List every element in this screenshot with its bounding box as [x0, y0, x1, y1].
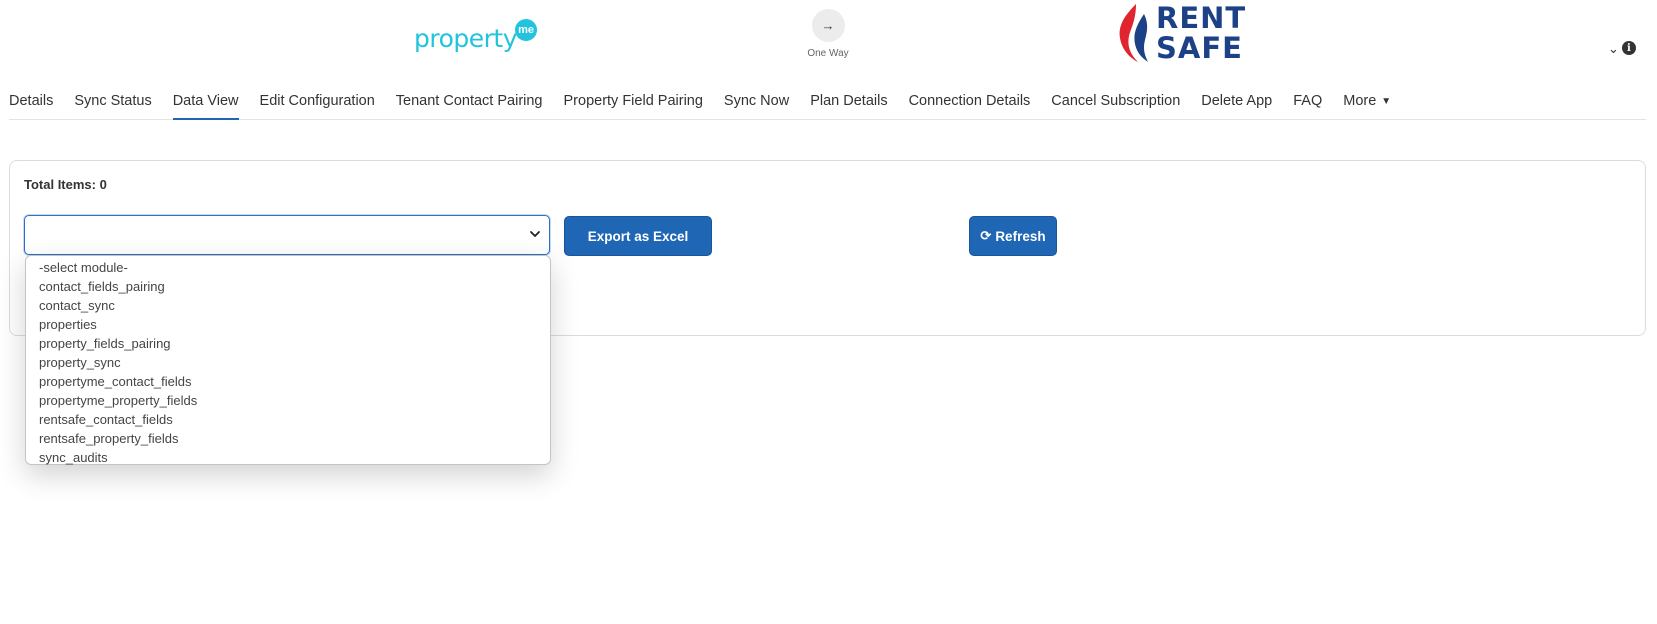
tab-connection-details[interactable]: Connection Details [909, 89, 1031, 120]
rentsafe-logo-text: RENT SAFE [1156, 3, 1246, 63]
refresh-button-label: Refresh [995, 228, 1046, 244]
dropdown-option[interactable]: property_sync [26, 353, 550, 372]
propertyme-logo: property me [414, 16, 538, 53]
propertyme-logo-word: property [414, 24, 518, 53]
arrow-right-icon: → [811, 9, 845, 42]
dropdown-option[interactable]: rentsafe_property_fields [26, 429, 550, 448]
caret-down-icon: ▼ [1381, 96, 1392, 107]
dropdown-option[interactable]: contact_sync [26, 296, 550, 315]
sync-direction-indicator: → One Way [806, 9, 850, 59]
dropdown-option[interactable]: propertyme_property_fields [26, 391, 550, 410]
propertyme-logo-badge: me [515, 19, 538, 41]
tab-sync-status[interactable]: Sync Status [74, 89, 151, 120]
rentsafe-logo-line2: SAFE [1156, 31, 1243, 65]
tab-cancel-subscription[interactable]: Cancel Subscription [1051, 89, 1180, 120]
info-icon[interactable]: i [1621, 41, 1636, 55]
dropdown-option[interactable]: contact_fields_pairing [26, 277, 550, 296]
sync-direction-label: One Way [807, 48, 849, 59]
chevron-down-icon[interactable]: ⌄ [1608, 42, 1619, 55]
tab-tenant-contact-pairing[interactable]: Tenant Contact Pairing [396, 89, 543, 120]
tab-edit-configuration[interactable]: Edit Configuration [260, 89, 375, 120]
dropdown-option[interactable]: properties [26, 315, 550, 334]
chevron-down-icon [530, 231, 540, 237]
tab-property-field-pairing[interactable]: Property Field Pairing [564, 89, 703, 120]
refresh-icon: ⟳ [980, 228, 992, 243]
tab-bar: Details Sync Status Data View Edit Confi… [9, 89, 1646, 120]
tab-delete-app[interactable]: Delete App [1201, 89, 1272, 120]
tab-more-label: More [1343, 93, 1377, 109]
tab-data-view[interactable]: Data View [172, 89, 239, 120]
tab-more[interactable]: More ▼ [1343, 89, 1391, 120]
dropdown-option[interactable]: property_fields_pairing [26, 334, 550, 353]
rentsafe-flame-icon [1119, 4, 1148, 62]
tab-faq[interactable]: FAQ [1293, 89, 1322, 120]
dropdown-option[interactable]: propertyme_contact_fields [26, 372, 550, 391]
dropdown-option[interactable]: -select module- [26, 258, 550, 277]
rentsafe-logo-line1: RENT [1156, 1, 1247, 35]
tab-details[interactable]: Details [9, 89, 53, 120]
export-excel-button[interactable]: Export as Excel [564, 216, 712, 256]
module-select[interactable] [24, 215, 550, 255]
app-root: property me → One Way RENT SAFE ⌄ i Deta… [0, 0, 1657, 624]
dropdown-option[interactable]: sync_audits [26, 448, 550, 467]
header-icons: ⌄ i [1608, 41, 1636, 55]
tab-sync-now[interactable]: Sync Now [724, 89, 789, 120]
module-dropdown-list: -select module- contact_fields_pairing c… [25, 255, 551, 465]
tab-plan-details[interactable]: Plan Details [810, 89, 887, 120]
dropdown-option[interactable]: rentsafe_contact_fields [26, 410, 550, 429]
rentsafe-logo: RENT SAFE [1114, 2, 1246, 64]
refresh-button[interactable]: ⟳ Refresh [969, 216, 1057, 256]
total-items-label: Total Items: 0 [24, 177, 107, 192]
